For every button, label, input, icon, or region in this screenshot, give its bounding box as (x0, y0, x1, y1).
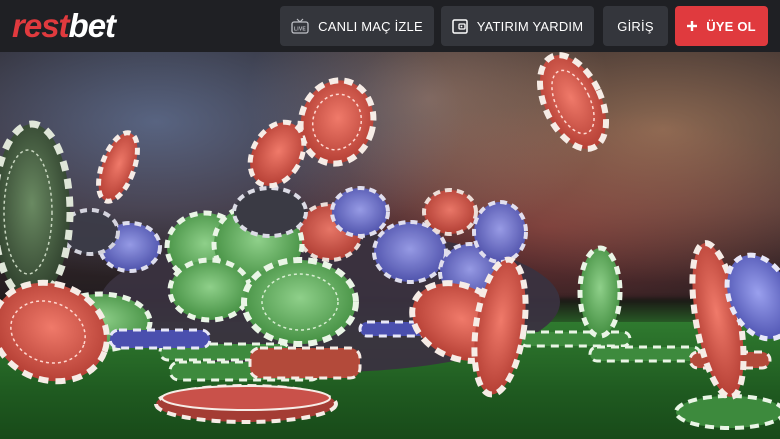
plus-icon (687, 21, 698, 31)
watch-live-button[interactable]: LIVE CANLI MAÇ İZLE (280, 6, 434, 46)
wallet-icon (451, 18, 468, 34)
svg-text:LIVE: LIVE (294, 26, 306, 32)
site-header: rest bet LIVE CANLI MAÇ İZLE YATIRIM YARD… (0, 0, 780, 52)
hero-banner-image (0, 52, 780, 439)
signup-button[interactable]: ÜYE OL (675, 6, 768, 46)
live-tv-icon: LIVE (291, 18, 309, 34)
login-label: GİRİŞ (617, 18, 654, 34)
deposit-help-button[interactable]: YATIRIM YARDIM (441, 6, 594, 46)
logo-bet-text: bet (68, 7, 116, 44)
watch-live-label: CANLI MAÇ İZLE (318, 18, 423, 34)
casino-chips-illustration (0, 52, 780, 430)
login-button[interactable]: GİRİŞ (603, 6, 668, 46)
deposit-help-label: YATIRIM YARDIM (476, 18, 584, 34)
logo-rest-text: rest (12, 7, 70, 44)
restbet-logo[interactable]: rest bet (12, 7, 116, 44)
signup-label: ÜYE OL (706, 18, 756, 34)
